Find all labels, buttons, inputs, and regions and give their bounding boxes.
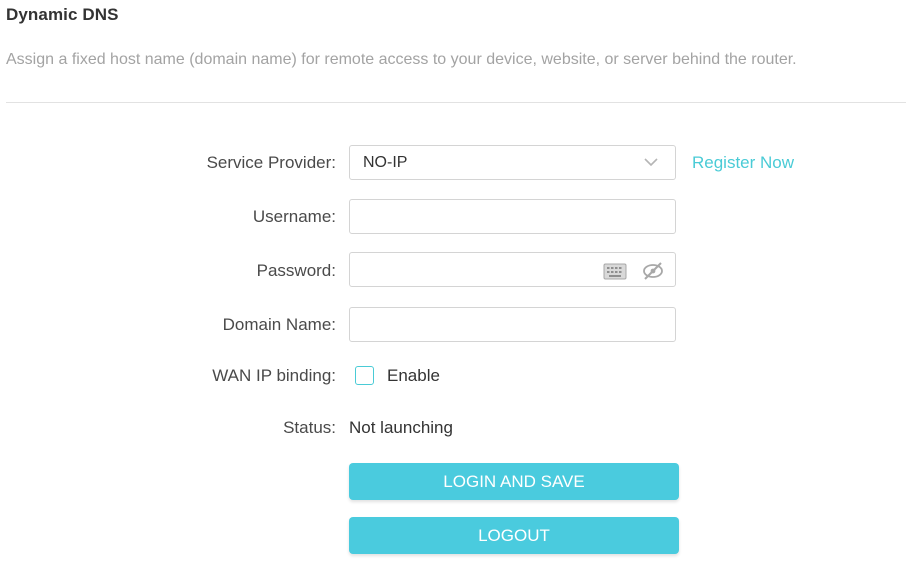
username-field-wrapper	[349, 199, 676, 234]
status-value: Not launching	[349, 418, 453, 437]
status-label: Status:	[283, 418, 336, 437]
domain-name-field-wrapper	[349, 307, 676, 342]
username-input[interactable]	[350, 200, 675, 233]
login-and-save-button[interactable]: LOGIN AND SAVE	[349, 463, 679, 500]
password-field-wrapper	[349, 252, 676, 287]
service-provider-label: Service Provider:	[206, 153, 336, 172]
wan-ip-binding-checkbox[interactable]	[355, 366, 374, 385]
wan-ip-binding-label: WAN IP binding:	[212, 366, 336, 385]
keyboard-icon[interactable]	[603, 263, 627, 280]
username-label: Username:	[252, 207, 336, 226]
domain-name-input[interactable]	[350, 308, 675, 341]
page-description: Assign a fixed host name (domain name) f…	[6, 51, 797, 68]
page-title: Dynamic DNS	[6, 5, 119, 24]
section-divider	[6, 102, 906, 103]
logout-button[interactable]: LOGOUT	[349, 517, 679, 554]
wan-ip-binding-enable-label[interactable]: Enable	[387, 366, 440, 386]
register-now-link[interactable]: Register Now	[692, 153, 794, 173]
service-provider-select[interactable]: NO-IP	[349, 145, 676, 180]
password-label: Password:	[256, 261, 336, 280]
service-provider-value: NO-IP	[363, 154, 408, 171]
chevron-down-icon	[644, 158, 658, 167]
eye-off-icon[interactable]	[641, 261, 665, 281]
domain-name-label: Domain Name:	[222, 315, 336, 334]
